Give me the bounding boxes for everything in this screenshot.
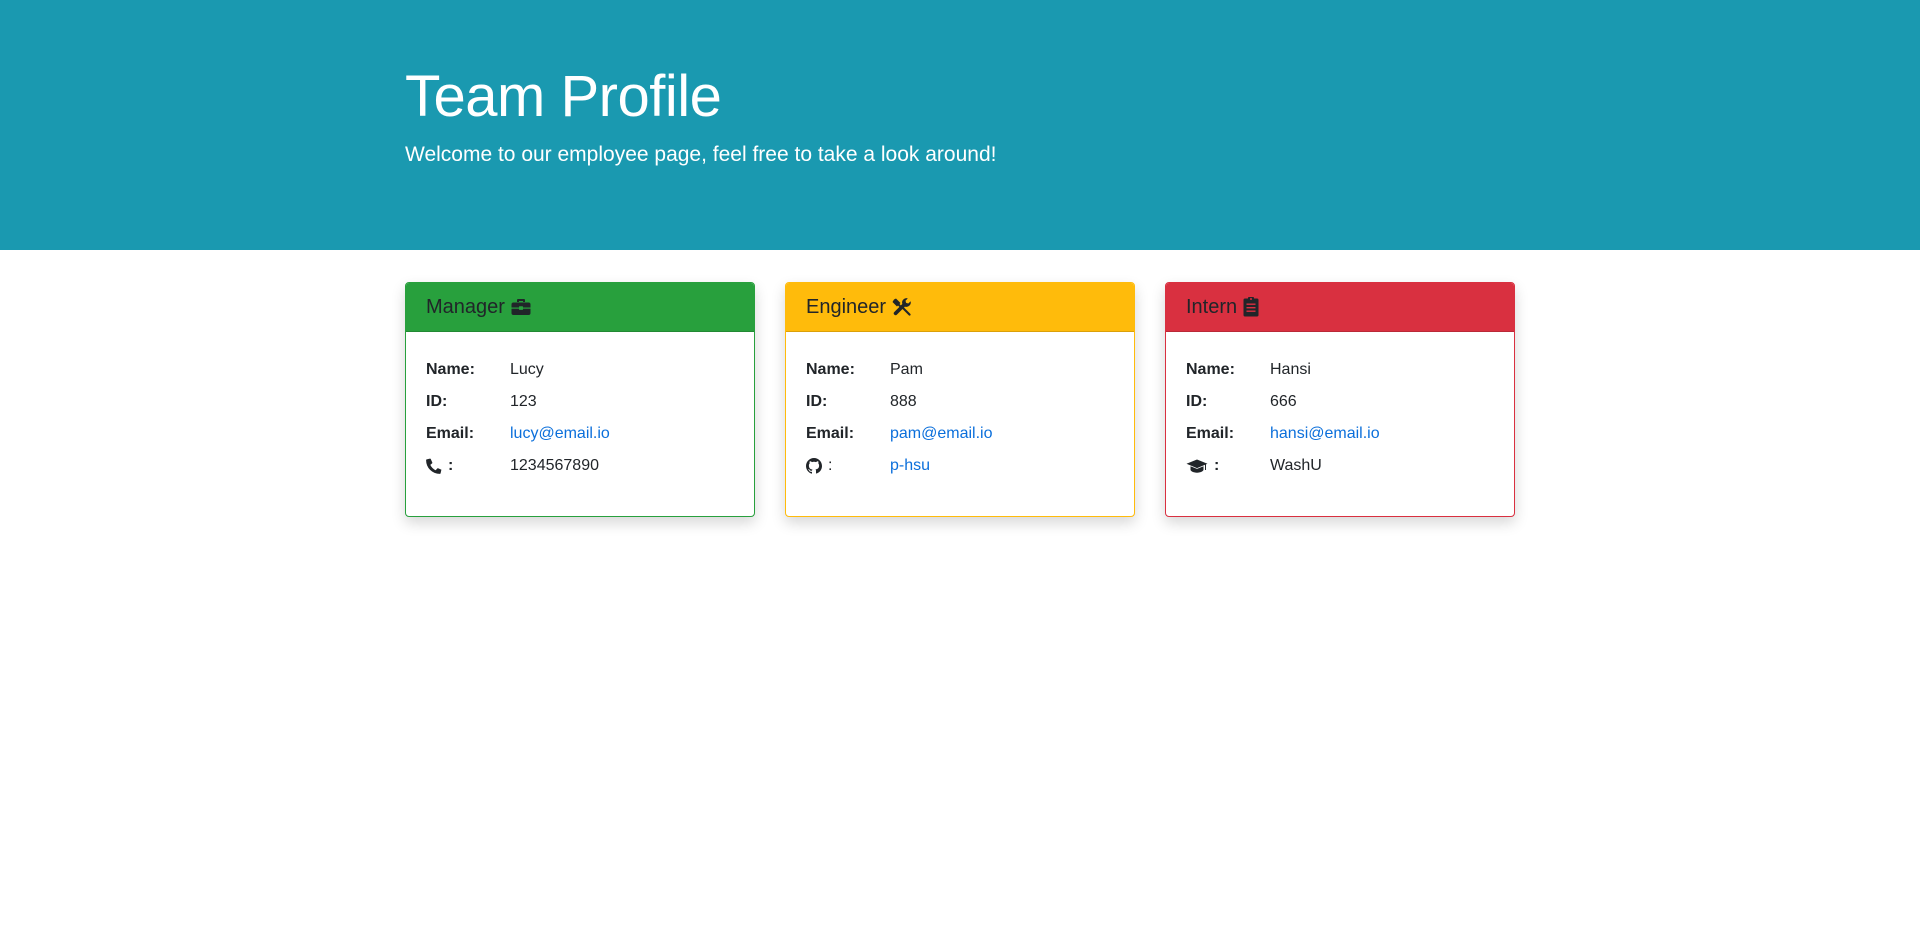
page-subtitle: Welcome to our employee page, feel free …	[405, 143, 997, 166]
card-role: Manager	[426, 296, 505, 318]
page-title: Team Profile	[405, 64, 722, 129]
name-value: Lucy	[510, 361, 544, 378]
intern-card: Intern Name: Hansi ID: 666 Email: hansi@…	[1165, 282, 1515, 517]
intern-card-body: Name: Hansi ID: 666 Email: hansi@email.i…	[1166, 332, 1514, 482]
office-phone-label: :	[426, 457, 510, 475]
name-row: Name: Lucy	[426, 354, 734, 386]
separator: :	[1214, 457, 1220, 474]
email-label: Email:	[1186, 425, 1235, 442]
engineer-card: Engineer Name: Pam ID: 888 Email: pam@em…	[785, 282, 1135, 517]
id-label: ID:	[426, 393, 448, 410]
email-link[interactable]: hansi@email.io	[1270, 425, 1380, 443]
id-value: 123	[510, 393, 537, 410]
intern-card-header: Intern	[1166, 283, 1514, 332]
school-label: :	[1186, 457, 1270, 475]
email-row: Email: lucy@email.io	[426, 418, 734, 450]
github-icon	[806, 458, 822, 474]
manager-card-body: Name: Lucy ID: 123 Email: lucy@email.io …	[406, 332, 754, 482]
clipboard-icon	[1243, 297, 1259, 317]
github-label: :	[806, 457, 890, 475]
id-value: 666	[1270, 393, 1297, 410]
email-label: Email:	[426, 425, 475, 442]
manager-card: Manager Name: Lucy ID: 123 Email: lucy@e…	[405, 282, 755, 517]
name-value: Hansi	[1270, 361, 1311, 378]
jumbotron-header: Team Profile Welcome to our employee pag…	[0, 0, 1920, 250]
school-value: WashU	[1270, 457, 1322, 474]
briefcase-icon	[511, 298, 531, 316]
graduation-cap-icon	[1186, 459, 1208, 474]
name-label: Name:	[806, 361, 855, 378]
office-phone-value: 1234567890	[510, 457, 599, 474]
name-label: Name:	[426, 361, 475, 378]
engineer-card-header: Engineer	[786, 283, 1134, 332]
tools-icon	[892, 297, 912, 317]
school-row: : WashU	[1186, 450, 1494, 482]
name-label: Name:	[1186, 361, 1235, 378]
separator: :	[448, 457, 454, 474]
github-row: : p-hsu	[806, 450, 1114, 482]
phone-icon	[426, 458, 442, 474]
email-row: Email: pam@email.io	[806, 418, 1114, 450]
office-phone-row: : 1234567890	[426, 450, 734, 482]
card-role: Engineer	[806, 296, 887, 318]
card-role: Intern	[1186, 296, 1238, 318]
id-row: ID: 666	[1186, 386, 1494, 418]
separator: :	[828, 457, 833, 474]
id-label: ID:	[806, 393, 828, 410]
id-row: ID: 888	[806, 386, 1114, 418]
manager-card-header: Manager	[406, 283, 754, 332]
engineer-card-body: Name: Pam ID: 888 Email: pam@email.io : …	[786, 332, 1134, 482]
name-row: Name: Pam	[806, 354, 1114, 386]
name-row: Name: Hansi	[1186, 354, 1494, 386]
id-value: 888	[890, 393, 917, 410]
github-link[interactable]: p-hsu	[890, 457, 930, 475]
email-label: Email:	[806, 425, 855, 442]
id-label: ID:	[1186, 393, 1208, 410]
email-link[interactable]: pam@email.io	[890, 425, 993, 443]
id-row: ID: 123	[426, 386, 734, 418]
email-row: Email: hansi@email.io	[1186, 418, 1494, 450]
name-value: Pam	[890, 361, 923, 378]
email-link[interactable]: lucy@email.io	[510, 425, 610, 443]
